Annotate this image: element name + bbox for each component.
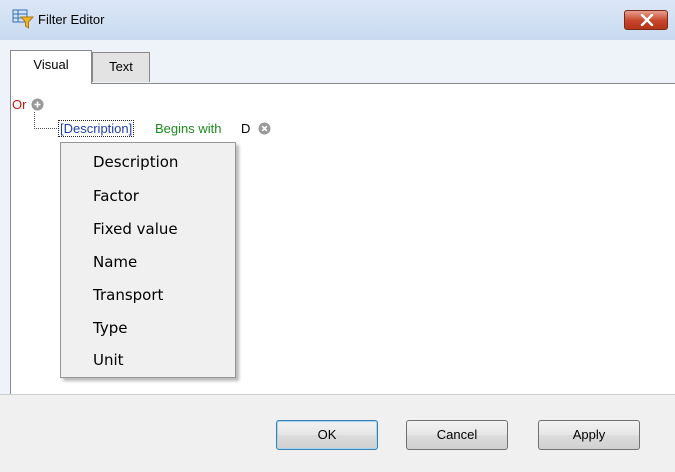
- ok-button[interactable]: OK: [276, 420, 378, 450]
- filter-editor-icon: [12, 9, 35, 29]
- cancel-button[interactable]: Cancel: [406, 420, 508, 450]
- condition-operator[interactable]: Begins with: [155, 121, 221, 136]
- window-title: Filter Editor: [38, 12, 105, 27]
- apply-button[interactable]: Apply: [538, 420, 640, 450]
- condition-field[interactable]: [Description]: [58, 120, 135, 137]
- field-menu: Description Factor Fixed value Name Tran…: [60, 142, 236, 378]
- menu-item-type[interactable]: Type: [93, 319, 127, 337]
- menu-item-transport[interactable]: Transport: [93, 286, 163, 304]
- tab-text[interactable]: Text: [92, 52, 150, 82]
- filter-editor-window: Filter Editor Visual Text Or [Descriptio…: [0, 0, 675, 472]
- menu-item-description[interactable]: Description: [93, 153, 178, 171]
- menu-item-factor[interactable]: Factor: [93, 187, 139, 205]
- menu-item-unit[interactable]: Unit: [93, 351, 124, 369]
- plus-circle-icon[interactable]: [31, 98, 44, 111]
- group-operator[interactable]: Or: [12, 97, 26, 112]
- close-button[interactable]: [624, 10, 668, 30]
- tree-connector: [34, 112, 59, 129]
- menu-item-fixed-value[interactable]: Fixed value: [93, 220, 178, 238]
- condition-value[interactable]: D: [241, 121, 250, 136]
- close-icon: [640, 14, 654, 26]
- title-bar: Filter Editor: [0, 0, 675, 40]
- menu-item-name[interactable]: Name: [93, 253, 137, 271]
- x-circle-icon[interactable]: [258, 122, 271, 135]
- tab-visual[interactable]: Visual: [10, 50, 92, 84]
